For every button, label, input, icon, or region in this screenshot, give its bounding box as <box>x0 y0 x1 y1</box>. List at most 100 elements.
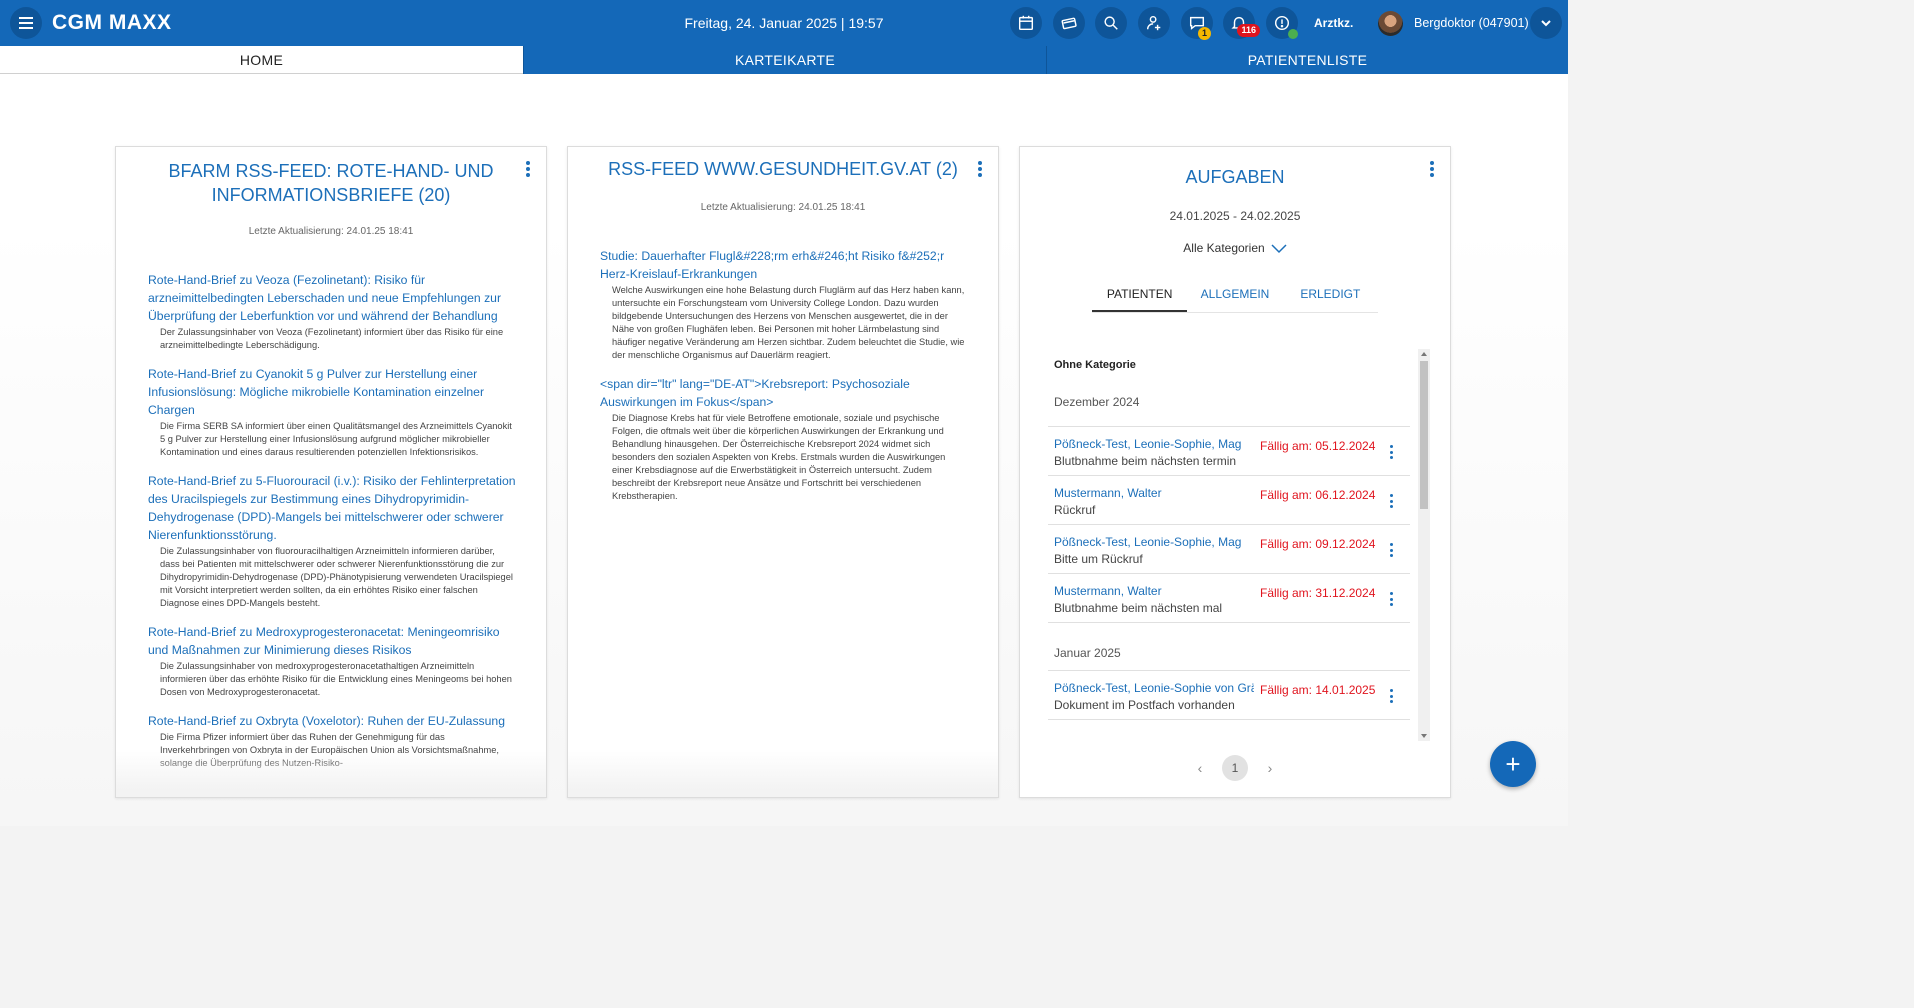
status-ok-icon <box>1288 29 1298 39</box>
add-fab-button[interactable]: + <box>1490 741 1536 787</box>
feed-item: Rote-Hand-Brief zu 5-Fluorouracil (i.v.)… <box>148 472 516 610</box>
add-person-icon[interactable] <box>1138 7 1170 39</box>
feed-item-description: Die Zulassungsinhaber von fluorouracilha… <box>160 546 513 608</box>
tab-allgemein[interactable]: ALLGEMEIN <box>1187 277 1282 312</box>
task-description: Bitte um Rückruf <box>1054 552 1143 566</box>
tab-patienten[interactable]: PATIENTEN <box>1092 277 1188 312</box>
scrollbar-thumb[interactable] <box>1420 361 1428 509</box>
last-updated: Letzte Aktualisierung: 24.01.25 18:41 <box>700 202 866 213</box>
task-patient-link[interactable]: Mustermann, Walter <box>1054 584 1254 598</box>
app-title: CGM MAXX <box>52 11 172 34</box>
task-menu-icon[interactable] <box>1388 494 1394 508</box>
task-menu-icon[interactable] <box>1388 592 1394 606</box>
task-due-date: Fällig am: 06.12.2024 <box>1260 488 1376 502</box>
card-menu-icon[interactable] <box>1426 161 1438 177</box>
task-patient-link[interactable]: Pößneck-Test, Leonie-Sophie von Grä… <box>1054 681 1254 695</box>
task-patient-link[interactable]: Mustermann, Walter <box>1054 486 1254 500</box>
category-heading: Ohne Kategorie <box>1054 359 1136 371</box>
arztkz-label[interactable]: Arztkz. <box>1314 16 1353 30</box>
scroll-fade <box>568 751 998 797</box>
feed-item-description: Die Firma SERB SA informiert über einen … <box>160 421 512 457</box>
hamburger-menu-icon[interactable] <box>10 7 42 39</box>
aufgaben-card: AUFGABEN 24.01.2025 - 24.02.2025 Alle Ka… <box>1019 146 1451 798</box>
feed-item-link[interactable]: Rote-Hand-Brief zu 5-Fluorouracil (i.v.)… <box>148 472 516 544</box>
scroll-up-icon[interactable] <box>1421 352 1427 356</box>
feed-item: Rote-Hand-Brief zu Veoza (Fezolinetant):… <box>148 271 516 352</box>
chevron-down-icon <box>1271 244 1287 253</box>
task-due-date: Fällig am: 14.01.2025 <box>1260 683 1376 697</box>
feed-item-description: Die Diagnose Krebs hat für viele Betroff… <box>612 413 946 501</box>
tab-patientenliste[interactable]: PATIENTENLISTE <box>1046 46 1568 74</box>
task-list-scrollbar[interactable] <box>1418 349 1430 741</box>
main-tabs: HOME KARTEIKARTE PATIENTENLISTE <box>0 46 1568 74</box>
task-patient-link[interactable]: Pößneck-Test, Leonie-Sophie, Mag <box>1054 437 1254 451</box>
card-title: RSS-FEED WWW.GESUNDHEIT.GV.AT (2) <box>608 159 958 179</box>
feed-item-link[interactable]: Rote-Hand-Brief zu Cyanokit 5 g Pulver z… <box>148 365 516 419</box>
task-row[interactable]: Mustermann, Walter Rückruf Fällig am: 06… <box>1048 476 1410 525</box>
feed-item-description: Der Zulassungsinhaber von Veoza (Fezolin… <box>160 327 504 350</box>
task-list: Ohne Kategorie Dezember 2024 Pößneck-Tes… <box>1048 349 1410 733</box>
feed-item-link[interactable]: <span dir="ltr" lang="DE-AT">Krebsreport… <box>600 375 968 411</box>
tab-home[interactable]: HOME <box>0 46 523 74</box>
category-select-value: Alle Kategorien <box>1183 241 1265 255</box>
task-tabs: PATIENTEN ALLGEMEIN ERLEDIGT <box>1092 277 1378 313</box>
messages-icon[interactable]: 1 <box>1181 7 1213 40</box>
feed-item-link[interactable]: Rote-Hand-Brief zu Medroxyprogesteronace… <box>148 623 516 659</box>
avatar[interactable] <box>1378 11 1403 36</box>
search-icon[interactable] <box>1095 7 1127 39</box>
task-due-date: Fällig am: 05.12.2024 <box>1260 439 1376 453</box>
feed-list: Rote-Hand-Brief zu Veoza (Fezolinetant):… <box>148 271 516 783</box>
chevron-down-icon[interactable] <box>1530 7 1562 39</box>
feed-item-description: Die Zulassungsinhaber von medroxyprogest… <box>160 661 512 697</box>
task-description: Dokument im Postfach vorhanden <box>1054 698 1235 712</box>
card-menu-icon[interactable] <box>974 161 986 177</box>
month-heading: Januar 2025 <box>1048 623 1410 671</box>
prev-page-icon[interactable]: ‹ <box>1190 760 1210 776</box>
notifications-icon[interactable]: 116 <box>1223 7 1260 39</box>
card-reader-icon[interactable] <box>1053 7 1085 39</box>
feed-item-link[interactable]: Rote-Hand-Brief zu Oxbryta (Voxelotor): … <box>148 712 516 730</box>
card-menu-icon[interactable] <box>522 161 534 177</box>
datetime-display: Freitag, 24. Januar 2025 | 19:57 <box>684 15 884 31</box>
notifications-badge: 116 <box>1237 24 1260 37</box>
bfarm-feed-card: BFARM RSS-FEED: ROTE-HAND- UND INFORMATI… <box>115 146 547 798</box>
card-title: BFARM RSS-FEED: ROTE-HAND- UND INFORMATI… <box>168 161 494 205</box>
tab-erledigt[interactable]: ERLEDIGT <box>1283 277 1378 312</box>
feed-item: Rote-Hand-Brief zu Cyanokit 5 g Pulver z… <box>148 365 516 459</box>
feed-list: Studie: Dauerhafter Flugl&#228;rm erh&#2… <box>600 247 968 516</box>
task-patient-link[interactable]: Pößneck-Test, Leonie-Sophie, Mag <box>1054 535 1254 549</box>
feed-item: Rote-Hand-Brief zu Medroxyprogesteronace… <box>148 623 516 699</box>
status-info-icon[interactable] <box>1266 7 1298 39</box>
task-due-date: Fällig am: 09.12.2024 <box>1260 537 1376 551</box>
user-name[interactable]: Bergdoktor (047901) <box>1414 16 1529 30</box>
scroll-down-icon[interactable] <box>1421 734 1427 738</box>
task-row[interactable]: Pößneck-Test, Leonie-Sophie, Mag Bitte u… <box>1048 525 1410 574</box>
scroll-fade <box>116 751 546 797</box>
top-bar: CGM MAXX Freitag, 24. Januar 2025 | 19:5… <box>0 0 1568 46</box>
category-select[interactable]: Alle Kategorien <box>1020 241 1450 255</box>
feed-item-description: Welche Auswirkungen eine hohe Belastung … <box>612 285 965 360</box>
task-row[interactable]: Mustermann, Walter Blutbnahme beim nächs… <box>1048 574 1410 623</box>
task-row[interactable]: Pößneck-Test, Leonie-Sophie von Grä… Dok… <box>1048 671 1410 720</box>
task-description: Rückruf <box>1054 503 1096 517</box>
task-menu-icon[interactable] <box>1388 689 1394 703</box>
last-updated: Letzte Aktualisierung: 24.01.25 18:41 <box>248 226 414 237</box>
task-row[interactable]: Pößneck-Test, Leonie-Sophie, Mag Blutbna… <box>1048 427 1410 476</box>
task-description: Blutbnahme beim nächsten mal <box>1054 601 1223 615</box>
card-title: AUFGABEN <box>1185 167 1285 187</box>
calendar-icon[interactable] <box>1010 7 1042 39</box>
task-description: Blutbnahme beim nächsten termin <box>1054 454 1237 468</box>
feed-item-link[interactable]: Rote-Hand-Brief zu Veoza (Fezolinetant):… <box>148 271 516 325</box>
month-heading: Dezember 2024 <box>1048 381 1410 427</box>
gesundheit-feed-card: RSS-FEED WWW.GESUNDHEIT.GV.AT (2) Letzte… <box>567 146 999 798</box>
pagination: ‹ 1 › <box>1190 755 1280 781</box>
task-menu-icon[interactable] <box>1388 543 1394 557</box>
tab-karteikarte[interactable]: KARTEIKARTE <box>523 46 1046 74</box>
next-page-icon[interactable]: › <box>1260 760 1280 776</box>
feed-item: <span dir="ltr" lang="DE-AT">Krebsreport… <box>600 375 968 503</box>
feed-item: Studie: Dauerhafter Flugl&#228;rm erh&#2… <box>600 247 968 362</box>
feed-item-link[interactable]: Studie: Dauerhafter Flugl&#228;rm erh&#2… <box>600 247 968 283</box>
page-number[interactable]: 1 <box>1222 755 1248 781</box>
date-range[interactable]: 24.01.2025 - 24.02.2025 <box>1020 209 1450 223</box>
task-menu-icon[interactable] <box>1388 445 1394 459</box>
